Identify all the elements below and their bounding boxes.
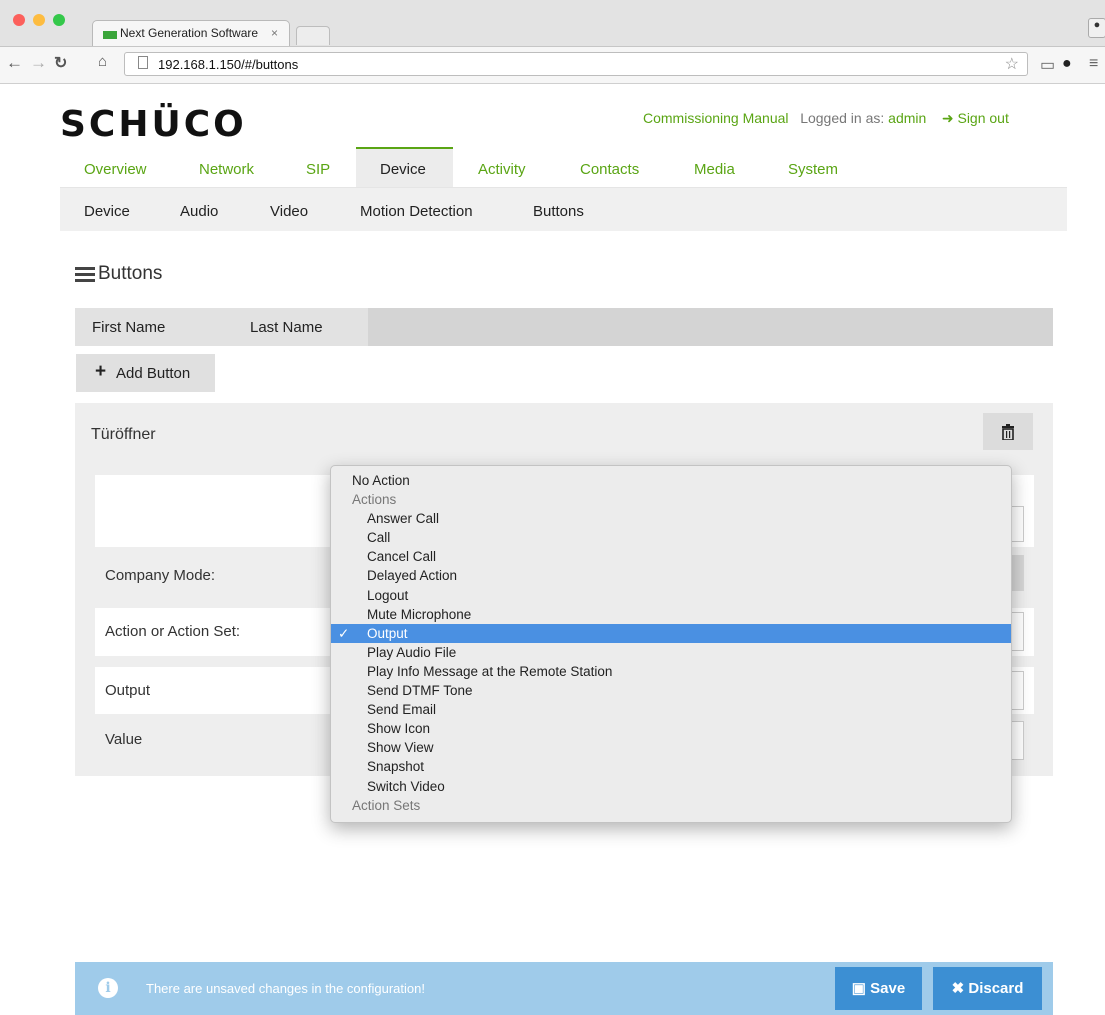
optgroup-action-sets: Action Sets [352,797,421,813]
option-switch-video[interactable]: Switch Video [331,777,1011,796]
favicon-icon [103,31,117,39]
logged-in-label: Logged in as: [800,110,885,126]
subnav-motion-detection[interactable]: Motion Detection [360,203,473,220]
nav-activity[interactable]: Activity [478,161,526,178]
address-bar[interactable]: 192.168.1.150/#/buttons ☆ [124,52,1028,76]
option-delayed-action[interactable]: Delayed Action [331,566,1011,585]
nav-contacts[interactable]: Contacts [580,161,639,178]
commissioning-manual-link[interactable]: Commissioning Manual [643,110,789,126]
company-mode-label: Company Mode: [105,567,216,584]
section-title-text: Buttons [98,263,163,284]
unsaved-changes-bar: i There are unsaved changes in the confi… [75,962,1053,1015]
main-nav: Overview Network SIP Device Activity Con… [60,147,1067,188]
home-icon[interactable]: ⌂ [98,53,107,70]
delete-button[interactable] [983,413,1033,450]
browser-tab[interactable]: Next Generation Software × [92,20,290,46]
profile-icon[interactable]: ● [1088,18,1105,38]
action-label: Action or Action Set: [105,623,241,640]
section-title: Buttons [75,263,162,285]
column-last-name[interactable]: Last Name [230,308,368,346]
column-last-name-label: Last Name [250,319,323,336]
save-button-label: Save [870,980,906,997]
option-output-selected[interactable]: ✓ Output [331,623,1011,643]
tab-title: Next Generation Software [120,26,259,40]
option-play-audio-file[interactable]: Play Audio File [331,643,1011,662]
column-first-name-label: First Name [92,319,166,336]
tab-close-icon[interactable]: × [271,26,278,40]
browser-tabstrip: Next Generation Software × ● [0,0,1105,47]
subnav-video[interactable]: Video [270,203,308,220]
back-arrow-icon[interactable]: ← [6,53,23,73]
column-header-bar: First Name Last Name [75,308,1053,346]
minimize-window-button[interactable] [33,14,45,26]
output-label: Output [105,682,151,699]
option-mute-microphone[interactable]: Mute Microphone [331,605,1011,624]
user-name: admin [888,110,927,126]
nav-overview[interactable]: Overview [84,161,147,178]
add-button[interactable]: + Add Button [76,354,215,392]
option-call[interactable]: Call [331,528,1011,547]
option-logout[interactable]: Logout [331,586,1011,605]
reload-icon[interactable]: ↻ [54,53,67,73]
x-icon: ✖ [951,980,965,997]
url-text: 192.168.1.150/#/buttons [158,57,299,72]
nav-sip[interactable]: SIP [306,161,330,178]
save-button[interactable]: ▣ Save [835,967,922,1010]
menu-icon[interactable]: ≡ [1089,55,1098,73]
browser-toolbar: ← → ↻ ⌂ 192.168.1.150/#/buttons ☆ ▭ ● ≡ [0,47,1105,84]
entry-name: Türöffner [91,426,156,443]
page-icon [138,56,148,69]
close-window-button[interactable] [13,14,25,26]
option-snapshot[interactable]: Snapshot [331,757,1011,776]
trash-icon [1002,424,1014,441]
sign-out-icon[interactable]: ➜ [942,110,954,126]
checkmark-icon: ✓ [338,625,350,641]
option-answer-call[interactable]: Answer Call [331,509,1011,528]
info-icon: i [98,978,118,998]
bookmark-star-icon[interactable]: ☆ [1005,54,1019,74]
nav-device[interactable]: Device [380,161,426,178]
plus-icon: + [95,361,107,382]
maximize-window-button[interactable] [53,14,65,26]
subnav-buttons[interactable]: Buttons [533,203,584,220]
floppy-disk-icon: ▣ [851,980,866,997]
subnav-audio[interactable]: Audio [180,203,218,220]
nav-system[interactable]: System [788,161,838,178]
action-dropdown-menu[interactable]: No Action Actions Answer Call Call Cance… [330,465,1012,823]
new-tab-button[interactable] [296,26,330,45]
option-send-email[interactable]: Send Email [331,700,1011,719]
unsaved-changes-message: There are unsaved changes in the configu… [146,981,425,996]
optgroup-actions: Actions [352,492,397,508]
option-play-info-message[interactable]: Play Info Message at the Remote Station [331,662,1011,681]
option-show-view[interactable]: Show View [331,738,1011,757]
option-no-action[interactable]: No Action [331,471,1011,490]
option-send-dtmf-tone[interactable]: Send DTMF Tone [331,681,1011,700]
option-show-icon[interactable]: Show Icon [331,719,1011,738]
add-button-label: Add Button [116,365,191,382]
nav-media[interactable]: Media [694,161,735,178]
forward-arrow-icon[interactable]: → [30,53,47,73]
sub-nav: Device Audio Video Motion Detection Butt… [60,188,1067,231]
schueco-logo: SCHÜCO [60,104,247,145]
discard-button-label: Discard [968,980,1024,997]
list-icon [75,267,95,282]
subnav-device[interactable]: Device [84,203,130,220]
extension-icon[interactable]: ● [1062,55,1072,73]
nav-network[interactable]: Network [199,161,254,178]
option-cancel-call[interactable]: Cancel Call [331,547,1011,566]
option-output-label: Output [367,625,408,641]
column-first-name[interactable]: First Name [75,308,230,346]
value-label: Value [105,731,143,748]
discard-button[interactable]: ✖ Discard [933,967,1042,1010]
cast-icon[interactable]: ▭ [1040,55,1055,75]
header-links: Commissioning Manual Logged in as: admin… [643,110,1009,127]
sign-out-link[interactable]: Sign out [957,110,1008,126]
